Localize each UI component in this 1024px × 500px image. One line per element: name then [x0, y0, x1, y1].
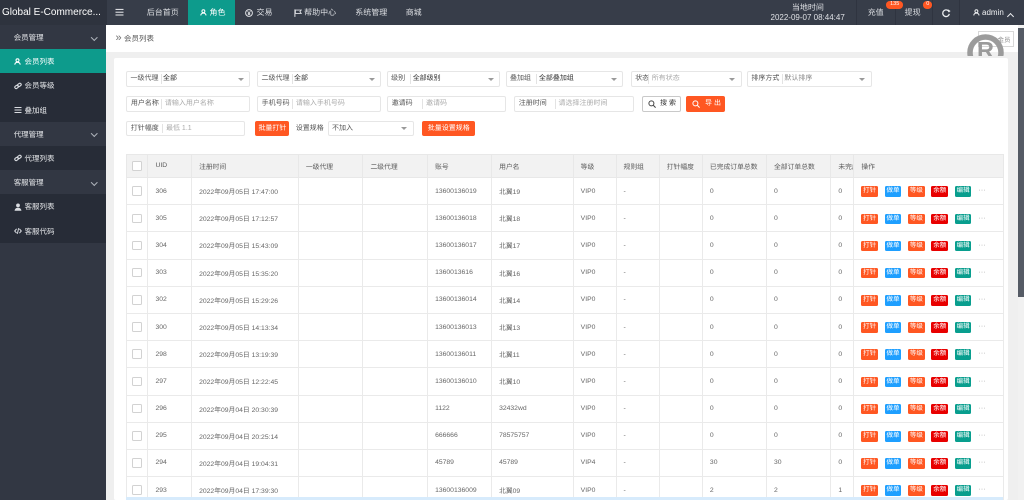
- svg-text:R: R: [977, 36, 994, 55]
